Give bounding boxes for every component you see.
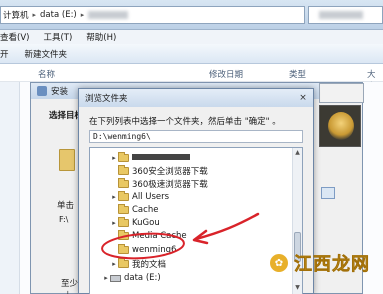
installer-space-label: 至少: [61, 279, 79, 289]
browse-instruction: 在下列列表中选择一个文件夹，然后单击 "确定" 。: [89, 117, 281, 127]
expand-arrow-icon[interactable]: ▸: [110, 260, 118, 268]
folder-icon: [118, 258, 129, 268]
browse-button[interactable]: [321, 187, 335, 199]
folder-icon: [59, 149, 75, 171]
new-folder-button[interactable]: 新建文件夹: [25, 48, 68, 60]
folder-icon: [118, 230, 129, 240]
chevron-down-icon[interactable]: ↓: [65, 290, 71, 294]
search-box[interactable]: [308, 6, 383, 24]
folder-icon: [118, 178, 129, 188]
watermark-text: 江西龙网: [294, 254, 370, 276]
tree-item-label: Media Cache: [132, 231, 187, 241]
tree-item[interactable]: 360极速浏览器下载: [110, 178, 302, 190]
folder-icon: [118, 217, 129, 227]
folder-icon: [118, 152, 129, 162]
tree-item[interactable]: ▸ KuGou: [110, 217, 302, 229]
column-headers: 名称 修改日期 类型 大小: [0, 64, 383, 92]
watermark: ✿ 江西龙网: [268, 250, 370, 276]
tree-item[interactable]: Cache: [110, 204, 302, 216]
tree-item[interactable]: 360安全浏览器下载: [110, 165, 302, 177]
watermark-logo-icon: ✿: [268, 252, 290, 274]
toolbar: 开 新建文件夹: [0, 44, 383, 64]
breadcrumb-separator-icon: ▸: [80, 11, 85, 19]
tree-item-label: All Users: [132, 192, 170, 202]
installer-icon: [37, 86, 47, 96]
tree-item-label: Cache: [132, 205, 159, 215]
browse-title-bar: 浏览文件夹 ×: [79, 89, 313, 107]
scroll-up-icon[interactable]: ▲: [293, 149, 302, 158]
menu-bar: 查看(V) 工具(T) 帮助(H): [0, 30, 383, 44]
toolbar-open[interactable]: 开: [0, 48, 9, 60]
tree-item-label: data (E:): [124, 273, 161, 283]
menu-help[interactable]: 帮助(H): [86, 31, 116, 43]
column-name[interactable]: 名称: [38, 68, 55, 80]
breadcrumb-drive[interactable]: data (E:): [40, 10, 77, 20]
folder-icon: [118, 191, 129, 201]
search-blurred: [319, 11, 363, 19]
tree-item-label: 360极速浏览器下载: [132, 180, 208, 190]
nav-pane: [0, 82, 20, 294]
expand-arrow-icon[interactable]: ▸: [102, 274, 110, 282]
browse-title: 浏览文件夹: [85, 94, 128, 104]
expand-arrow-icon[interactable]: ▸: [110, 193, 118, 201]
installer-click-label: 单击: [57, 201, 75, 211]
tree-item-label: 360安全浏览器下载: [132, 167, 208, 177]
column-type[interactable]: 类型: [289, 68, 306, 80]
column-modified[interactable]: 修改日期: [209, 68, 243, 80]
breadcrumb-blurred: [88, 11, 129, 19]
thumbnail-top: [319, 83, 364, 103]
scroll-down-icon[interactable]: ▼: [293, 284, 302, 293]
menu-tools[interactable]: 工具(T): [43, 31, 72, 43]
folder-icon: [118, 244, 129, 254]
expand-arrow-icon[interactable]: ▸: [110, 154, 118, 162]
tree-item[interactable]: Media Cache: [110, 230, 302, 242]
drive-icon: [110, 274, 121, 282]
tree-item[interactable]: ▸ All Users: [110, 191, 302, 203]
menu-view[interactable]: 查看(V): [0, 31, 29, 43]
breadcrumb-separator-icon: ▸: [32, 11, 37, 19]
avatar: [328, 112, 354, 140]
tree-item-label: KuGou: [132, 218, 160, 228]
tree-item-label: wenming6: [132, 245, 177, 255]
installer-title: 安装: [51, 87, 69, 97]
tree-item-redacted: [132, 154, 190, 160]
browse-path-field[interactable]: D:\wenming6\: [89, 130, 303, 143]
address-bar[interactable]: 计算机 ▸ data (E:) ▸: [0, 6, 305, 24]
installer-path-field[interactable]: F:\: [59, 215, 68, 224]
tree-item-label: 我的文档: [132, 260, 167, 270]
thumbnail-image: [319, 105, 361, 147]
expand-arrow-icon[interactable]: ▸: [110, 219, 118, 227]
breadcrumb-computer[interactable]: 计算机: [3, 9, 29, 21]
address-bar-area: 计算机 ▸ data (E:) ▸: [0, 0, 383, 30]
close-icon[interactable]: ×: [297, 92, 309, 104]
folder-icon: [118, 165, 129, 175]
folder-icon: [118, 204, 129, 214]
tree-item[interactable]: ▸: [110, 152, 302, 164]
